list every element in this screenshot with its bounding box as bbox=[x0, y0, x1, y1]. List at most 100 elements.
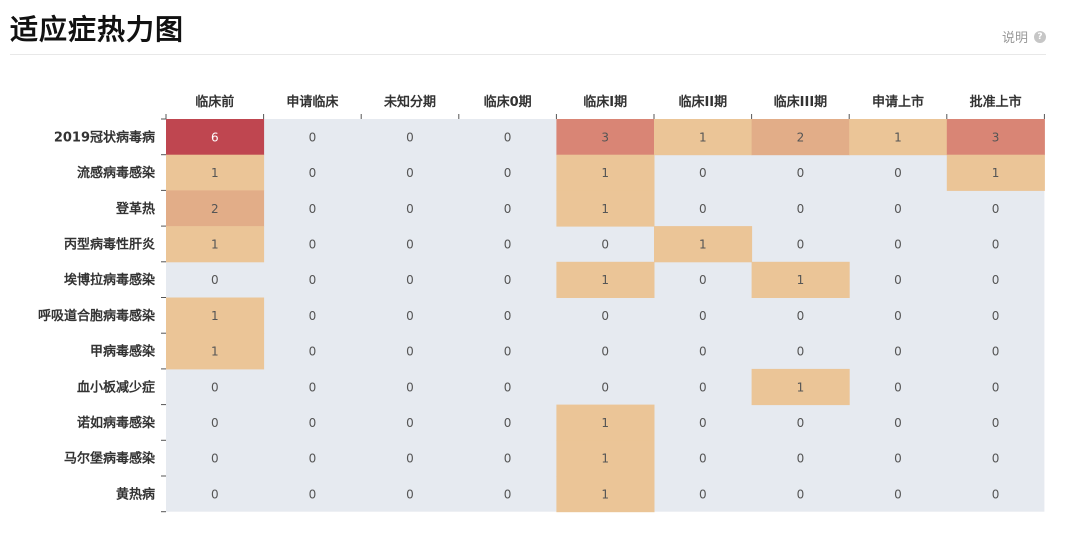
cell-value-label: 0 bbox=[504, 273, 512, 287]
cell-value-label: 0 bbox=[406, 380, 414, 394]
cell-value-label: 0 bbox=[699, 273, 707, 287]
cell-value-label: 0 bbox=[504, 166, 512, 180]
x-axis-label: 临床I期 bbox=[583, 94, 627, 110]
cell-value-label: 0 bbox=[699, 487, 707, 501]
cell-value-label: 0 bbox=[309, 380, 317, 394]
cell-value-label: 0 bbox=[406, 237, 414, 251]
cell-value-label: 0 bbox=[601, 237, 609, 251]
cell-value-label: 0 bbox=[309, 487, 317, 501]
cell-value-label: 0 bbox=[699, 309, 707, 323]
cell-value-label: 0 bbox=[894, 237, 902, 251]
y-axis-label: 马尔堡病毒感染 bbox=[64, 451, 156, 467]
cell-value-label: 0 bbox=[309, 130, 317, 144]
cell-value-label: 0 bbox=[406, 487, 414, 501]
cell-value-label: 0 bbox=[504, 487, 512, 501]
x-axis-label: 批准上市 bbox=[970, 94, 1022, 110]
cell-value-label: 0 bbox=[504, 452, 512, 466]
cell-value-label: 0 bbox=[406, 202, 414, 216]
cell-value-label: 0 bbox=[992, 237, 1000, 251]
cell-value-label: 0 bbox=[406, 345, 414, 359]
cell-value-label: 3 bbox=[601, 130, 609, 144]
cell-value-label: 0 bbox=[406, 130, 414, 144]
cell-value-label: 0 bbox=[504, 309, 512, 323]
cell-value-label: 0 bbox=[894, 166, 902, 180]
cell-value-label: 2 bbox=[211, 202, 219, 216]
cell-value-label: 0 bbox=[699, 380, 707, 394]
cell-value-label: 1 bbox=[601, 202, 609, 216]
cell-value-label: 0 bbox=[601, 345, 609, 359]
cell-value-label: 0 bbox=[601, 380, 609, 394]
cell-value-label: 0 bbox=[992, 452, 1000, 466]
cell-value-label: 0 bbox=[894, 380, 902, 394]
cell-value-label: 0 bbox=[406, 452, 414, 466]
cell-value-label: 0 bbox=[894, 309, 902, 323]
cell-value-label: 1 bbox=[992, 166, 1000, 180]
cell-value-label: 3 bbox=[992, 130, 1000, 144]
cell-value-label: 1 bbox=[601, 166, 609, 180]
y-axis-label: 流感病毒感染 bbox=[77, 165, 156, 181]
y-axis-label: 甲病毒感染 bbox=[90, 344, 156, 360]
cell-value-label: 0 bbox=[894, 202, 902, 216]
cell-value-label: 0 bbox=[894, 487, 902, 501]
y-axis-label: 登革热 bbox=[115, 201, 155, 217]
cell-value-label: 1 bbox=[797, 380, 805, 394]
cell-value-label: 1 bbox=[211, 166, 219, 180]
y-axis-label: 黄热病 bbox=[116, 486, 155, 502]
cell-value-label: 0 bbox=[601, 309, 609, 323]
cell-value-label: 0 bbox=[894, 452, 902, 466]
cell-value-label: 1 bbox=[699, 130, 707, 144]
y-axis-label: 诺如病毒感染 bbox=[77, 415, 156, 431]
cell-value-label: 0 bbox=[406, 416, 414, 430]
cell-value-label: 0 bbox=[211, 487, 219, 501]
cell-value-label: 0 bbox=[309, 166, 317, 180]
y-axis-label: 2019冠状病毒病 bbox=[54, 129, 155, 145]
y-axis-label: 血小板减少症 bbox=[77, 379, 155, 395]
cell-value-label: 0 bbox=[699, 202, 707, 216]
cell-value-label: 0 bbox=[797, 166, 805, 180]
y-axis-label: 丙型病毒性肝炎 bbox=[64, 236, 155, 252]
cell-value-label: 0 bbox=[992, 309, 1000, 323]
cell-value-label: 1 bbox=[211, 237, 219, 251]
cell-value-label: 1 bbox=[699, 237, 707, 251]
cell-value-label: 0 bbox=[309, 237, 317, 251]
cell-value-label: 0 bbox=[309, 452, 317, 466]
cell-value-label: 0 bbox=[992, 416, 1000, 430]
cell-value-label: 0 bbox=[992, 202, 1000, 216]
cell-value-label: 0 bbox=[894, 416, 902, 430]
cell-value-label: 1 bbox=[601, 487, 609, 501]
cell-value-label: 0 bbox=[894, 345, 902, 359]
cell-value-label: 0 bbox=[992, 487, 1000, 501]
cell-value-label: 0 bbox=[797, 487, 805, 501]
cell-value-label: 0 bbox=[309, 416, 317, 430]
cell-value-label: 1 bbox=[601, 452, 609, 466]
cell-value-label: 0 bbox=[406, 273, 414, 287]
x-axis-label: 未知分期 bbox=[383, 94, 436, 110]
cell-value-label: 1 bbox=[601, 273, 609, 287]
x-axis-label: 临床前 bbox=[195, 94, 234, 110]
cell-value-label: 1 bbox=[601, 416, 609, 430]
cell-value-label: 0 bbox=[797, 345, 805, 359]
cell-value-label: 0 bbox=[504, 237, 512, 251]
cell-value-label: 2 bbox=[797, 130, 805, 144]
heatmap-chart: 6 0 0 0 3 1 2 1 3 1 0 0 0 1 0 0 0 1 2 0 0 0 1 0 0 0 0 1 0 0 0 0 1 0 0 0 0 0 0 0… bbox=[38, 94, 1045, 513]
cell-value-label: 0 bbox=[504, 380, 512, 394]
cell-value-label: 1 bbox=[211, 309, 219, 323]
cell-value-label: 0 bbox=[211, 452, 219, 466]
cell-value-label: 0 bbox=[992, 273, 1000, 287]
cell-value-label: 0 bbox=[797, 416, 805, 430]
cell-value-label: 0 bbox=[797, 452, 805, 466]
x-axis-label: 申请上市 bbox=[872, 94, 924, 110]
cell-value-label: 0 bbox=[211, 273, 219, 287]
cell-value-label: 0 bbox=[699, 345, 707, 359]
cell-value-label: 0 bbox=[406, 309, 414, 323]
cell-value-label: 0 bbox=[309, 202, 317, 216]
cell-value-label: 0 bbox=[504, 345, 512, 359]
cell-value-label: 0 bbox=[309, 309, 317, 323]
cell-value-label: 0 bbox=[797, 202, 805, 216]
cell-value-label: 1 bbox=[894, 130, 902, 144]
cell-value-label: 0 bbox=[504, 202, 512, 216]
x-axis-label: 临床III期 bbox=[774, 94, 828, 110]
cell-value-label: 0 bbox=[406, 166, 414, 180]
cell-value-label: 0 bbox=[309, 345, 317, 359]
cell-value-label: 1 bbox=[797, 273, 805, 287]
